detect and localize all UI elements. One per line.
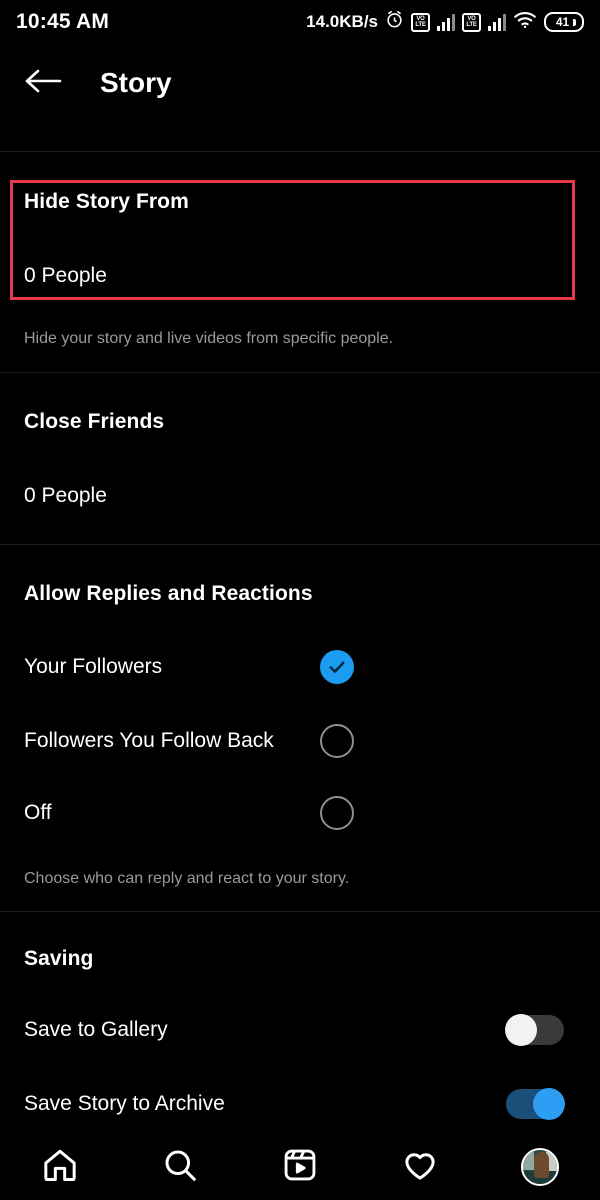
option-label-your-followers: Your Followers bbox=[24, 655, 163, 678]
bottom-navigation-bar bbox=[0, 1134, 600, 1200]
close-friends-section: Close Friends 0 People bbox=[0, 372, 600, 508]
reels-icon bbox=[281, 1146, 319, 1189]
toggle-label-save-to-gallery: Save to Gallery bbox=[24, 1018, 168, 1041]
battery-level-label: 41 bbox=[555, 15, 570, 29]
status-icons: 14.0KB/s VO LTE VO LTE 41 bbox=[306, 10, 584, 34]
hide-story-value: 0 People bbox=[24, 264, 107, 287]
sim2-volte-icon: VO LTE bbox=[462, 12, 481, 32]
toggle-save-to-gallery[interactable] bbox=[505, 1014, 564, 1046]
story-settings-screen: 10:45 AM 14.0KB/s VO LTE VO LTE 41 Story… bbox=[0, 0, 600, 1200]
radio-your-followers[interactable] bbox=[320, 650, 354, 684]
saving-title: Saving bbox=[24, 947, 94, 970]
heart-icon bbox=[401, 1146, 439, 1189]
option-row-followers-you-follow-back[interactable]: Followers You Follow Back bbox=[24, 684, 576, 758]
avatar-bg-left bbox=[523, 1150, 534, 1170]
close-friends-value: 0 People bbox=[24, 484, 107, 507]
close-friends-row[interactable]: Close Friends 0 People bbox=[0, 372, 600, 508]
toggle-row-save-to-gallery[interactable]: Save to Gallery bbox=[24, 971, 576, 1046]
option-row-your-followers[interactable]: Your Followers bbox=[24, 606, 576, 684]
wifi-icon bbox=[513, 10, 537, 34]
toggle-knob bbox=[533, 1088, 565, 1120]
hide-story-title: Hide Story From bbox=[24, 190, 189, 213]
allow-replies-section: Allow Replies and Reactions Your Followe… bbox=[0, 544, 600, 888]
home-icon bbox=[40, 1145, 80, 1190]
app-header: Story bbox=[0, 44, 600, 122]
battery-icon: 41 bbox=[544, 12, 584, 32]
nav-item-search[interactable] bbox=[120, 1146, 240, 1189]
status-bar: 10:45 AM 14.0KB/s VO LTE VO LTE 41 bbox=[0, 0, 600, 44]
nav-item-home[interactable] bbox=[0, 1145, 120, 1190]
back-arrow-icon[interactable] bbox=[24, 67, 62, 100]
network-speed-label: 14.0KB/s bbox=[306, 12, 378, 31]
hide-story-section: Hide Story From 0 People Hide your story… bbox=[0, 152, 600, 348]
search-icon bbox=[161, 1146, 199, 1189]
sim2-signal-icon bbox=[488, 13, 506, 31]
page-title: Story bbox=[100, 67, 172, 98]
option-label-followers-you-follow-back: Followers You Follow Back bbox=[24, 729, 274, 752]
allow-replies-helper: Choose who can reply and react to your s… bbox=[24, 870, 350, 887]
sim1-signal-icon bbox=[437, 13, 455, 31]
toggle-row-save-story-to-archive[interactable]: Save Story to Archive bbox=[24, 1045, 576, 1120]
toggle-label-save-story-to-archive: Save Story to Archive bbox=[24, 1092, 225, 1115]
radio-off[interactable] bbox=[320, 796, 354, 830]
hide-story-row[interactable]: Hide Story From 0 People Hide your story… bbox=[0, 152, 600, 348]
sim1-volte-line2: LTE bbox=[415, 22, 426, 28]
hide-story-helper: Hide your story and live videos from spe… bbox=[24, 330, 394, 347]
sim2-volte-line2: LTE bbox=[466, 22, 477, 28]
radio-followers-you-follow-back[interactable] bbox=[320, 724, 354, 758]
status-clock: 10:45 AM bbox=[16, 10, 110, 33]
toggle-save-story-to-archive[interactable] bbox=[506, 1088, 565, 1120]
nav-item-profile[interactable] bbox=[480, 1148, 600, 1186]
alarm-clock-icon bbox=[385, 10, 404, 34]
saving-section: Saving Save to Gallery Save Story to Arc… bbox=[0, 911, 600, 1120]
option-row-off[interactable]: Off bbox=[24, 758, 576, 830]
option-label-off: Off bbox=[24, 801, 52, 824]
toggle-knob bbox=[505, 1014, 537, 1046]
allow-replies-title: Allow Replies and Reactions bbox=[24, 582, 313, 605]
nav-item-activity[interactable] bbox=[360, 1146, 480, 1189]
nav-item-reels[interactable] bbox=[240, 1146, 360, 1189]
sim1-volte-icon: VO LTE bbox=[411, 12, 430, 32]
avatar-hair bbox=[534, 1152, 549, 1178]
profile-avatar bbox=[521, 1148, 559, 1186]
close-friends-title: Close Friends bbox=[24, 410, 165, 433]
